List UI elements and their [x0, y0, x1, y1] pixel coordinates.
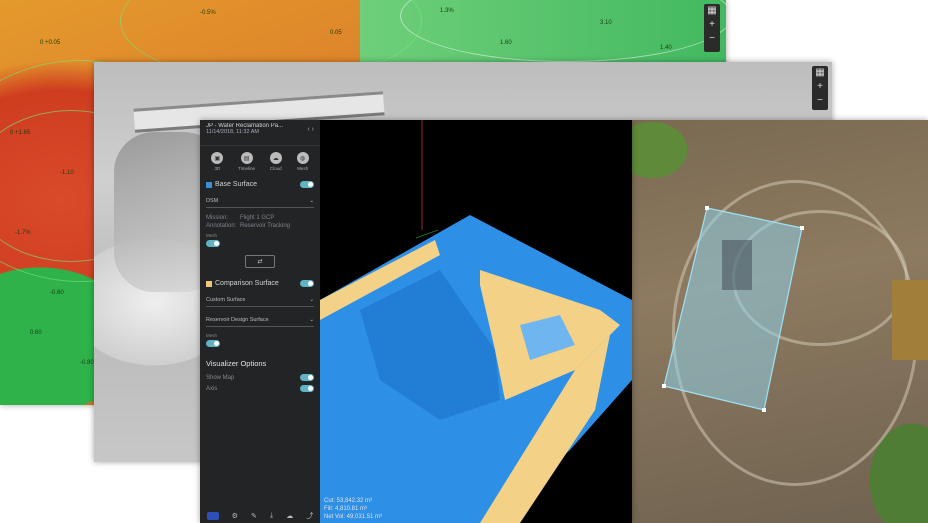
mode-3d[interactable]: ▣ 3D: [211, 152, 224, 171]
selection-polygon[interactable]: [663, 207, 803, 411]
mode-label: Cloud: [269, 166, 282, 171]
zoom-out-icon[interactable]: −: [709, 32, 715, 46]
sidebar: JP - Water Reclamation Pa... 11/14/2018,…: [200, 120, 320, 523]
toggle-caption: Mesh: [206, 233, 218, 238]
mode-mesh[interactable]: ◍ Mesh: [296, 152, 309, 171]
contour-label: 0.05: [330, 30, 342, 36]
capture-date: 11/14/2018, 11:32 AM: [206, 129, 260, 135]
base-mesh-toggle[interactable]: [206, 240, 220, 247]
contour-label: 1.60: [500, 40, 512, 46]
base-surface-header: Base Surface: [200, 177, 320, 192]
polygon-handle[interactable]: [662, 384, 666, 388]
chevron-down-icon: ⌄: [309, 296, 314, 303]
contour-label: -0.80: [80, 360, 94, 366]
avatar[interactable]: [206, 512, 219, 520]
axis-toggle[interactable]: [300, 385, 314, 392]
nav-arrows[interactable]: ‹ ›: [307, 126, 314, 133]
contour-label: 1.3%: [440, 8, 454, 14]
mission-value: Flight 1 GCP: [240, 215, 275, 221]
comparison-surface-header: Comparison Surface: [200, 276, 320, 291]
sidebar-header: JP - Water Reclamation Pa... 11/14/2018,…: [200, 120, 320, 146]
mesh-icon: ◍: [296, 152, 309, 164]
annotation-value: Reservoir Tracking: [240, 223, 291, 229]
base-surface-toggle[interactable]: [300, 181, 314, 188]
selection-overlay[interactable]: [632, 120, 928, 523]
fill-volume: Fill: 4,810.81 m³: [324, 506, 368, 512]
orthophoto-window: [632, 120, 928, 523]
grid-icon[interactable]: ▦: [815, 66, 824, 80]
mission-key: Mission:: [206, 215, 229, 221]
annotation-row: Annotation: Reservoir Tracking: [200, 222, 320, 230]
comparison-surface-toggle[interactable]: [300, 280, 314, 287]
visualizer-title: Visualizer Options: [206, 359, 267, 368]
polygon-handle[interactable]: [800, 226, 804, 230]
zoom-in-icon[interactable]: +: [817, 80, 823, 94]
polygon-handle[interactable]: [705, 206, 709, 210]
contour-label: -1.7%: [15, 230, 31, 236]
cut-volume: Cut: 53,842.32 m³: [324, 498, 373, 504]
chevron-down-icon: ⌄: [309, 197, 314, 204]
sidebar-footer: ⚙ ✎ ⤓ ☁ ⤴: [200, 509, 320, 523]
mode-label: Mesh: [297, 166, 309, 171]
axis-option: Axis: [200, 383, 320, 394]
cloud-icon[interactable]: ☁: [286, 512, 293, 520]
contour-label: -0.5%: [200, 10, 216, 16]
contour-label: 3.10: [600, 20, 612, 26]
show-map-toggle[interactable]: [300, 374, 314, 381]
mode-timeline[interactable]: ▤ Timeline: [238, 152, 255, 171]
settings-icon[interactable]: ⚙: [232, 512, 238, 520]
volume-stats: Cut: 53,842.32 m³ Fill: 4,810.81 m³ Net …: [324, 497, 382, 521]
mode-label: 3D: [214, 166, 221, 171]
zoom-in-icon[interactable]: +: [709, 18, 715, 32]
contour-label: -1.10: [60, 170, 74, 176]
contour-label: 0 +0.05: [40, 40, 61, 46]
cloud-icon: ☁: [269, 152, 282, 164]
measure-icon[interactable]: ✎: [251, 512, 257, 520]
toggle-caption: Mesh: [206, 333, 218, 338]
comparison-swatch: [206, 280, 212, 287]
comparison-surface-select[interactable]: Custom Surface ⌄: [206, 293, 314, 307]
select-value: Custom Surface: [206, 296, 246, 303]
timeline-icon: ▤: [240, 152, 253, 164]
comparison-surface-label: Comparison Surface: [215, 280, 279, 287]
terrain-render: [320, 120, 632, 523]
polygon-handle[interactable]: [762, 408, 766, 412]
chevron-down-icon: ⌄: [309, 316, 314, 323]
contour-label: 0.60: [30, 330, 42, 336]
base-surface-label: Base Surface: [215, 181, 258, 188]
pit-structure: [722, 240, 752, 290]
zoom-out-icon[interactable]: −: [817, 94, 823, 108]
option-label: Show Map: [206, 374, 235, 381]
swap-surfaces-button[interactable]: ⇄: [245, 255, 275, 268]
option-label: Axis: [206, 385, 218, 392]
mission-row: Mission: Flight 1 GCP: [200, 214, 320, 222]
3d-viewport[interactable]: Cut: 53,842.32 m³ Fill: 4,810.81 m³ Net …: [320, 120, 632, 523]
select-value: DSM: [206, 197, 219, 204]
base-swatch: [206, 181, 212, 188]
share-icon[interactable]: ⤴: [306, 511, 313, 521]
design-surface-select[interactable]: Reservoir Design Surface ⌄: [206, 313, 314, 327]
mode-label: Timeline: [238, 166, 256, 171]
show-map-option: Show Map: [200, 372, 320, 383]
contour-label: 1.40: [660, 45, 672, 51]
grid-icon[interactable]: ▦: [707, 4, 716, 18]
download-icon[interactable]: ⤓: [270, 512, 273, 520]
cube-icon: ▣: [211, 152, 224, 164]
base-surface-select[interactable]: DSM ⌄: [206, 194, 314, 208]
volume-app-window: JP - Water Reclamation Pa... 11/14/2018,…: [200, 120, 632, 523]
annotation-key: Annotation:: [206, 223, 237, 229]
map-controls: ▦ + −: [704, 4, 720, 52]
view-modes: ▣ 3D ▤ Timeline ☁ Cloud ◍ Mesh: [200, 146, 320, 177]
mode-cloud[interactable]: ☁ Cloud: [269, 152, 282, 171]
comparison-mesh-toggle[interactable]: [206, 340, 220, 347]
contour-label: -0.60: [50, 290, 64, 296]
net-volume: Net Vol: 49,031.51 m³: [324, 514, 383, 520]
map-controls: ▦ + −: [812, 66, 828, 110]
contour-label: 0 +1.65: [10, 130, 31, 136]
select-value: Reservoir Design Surface: [206, 316, 269, 323]
